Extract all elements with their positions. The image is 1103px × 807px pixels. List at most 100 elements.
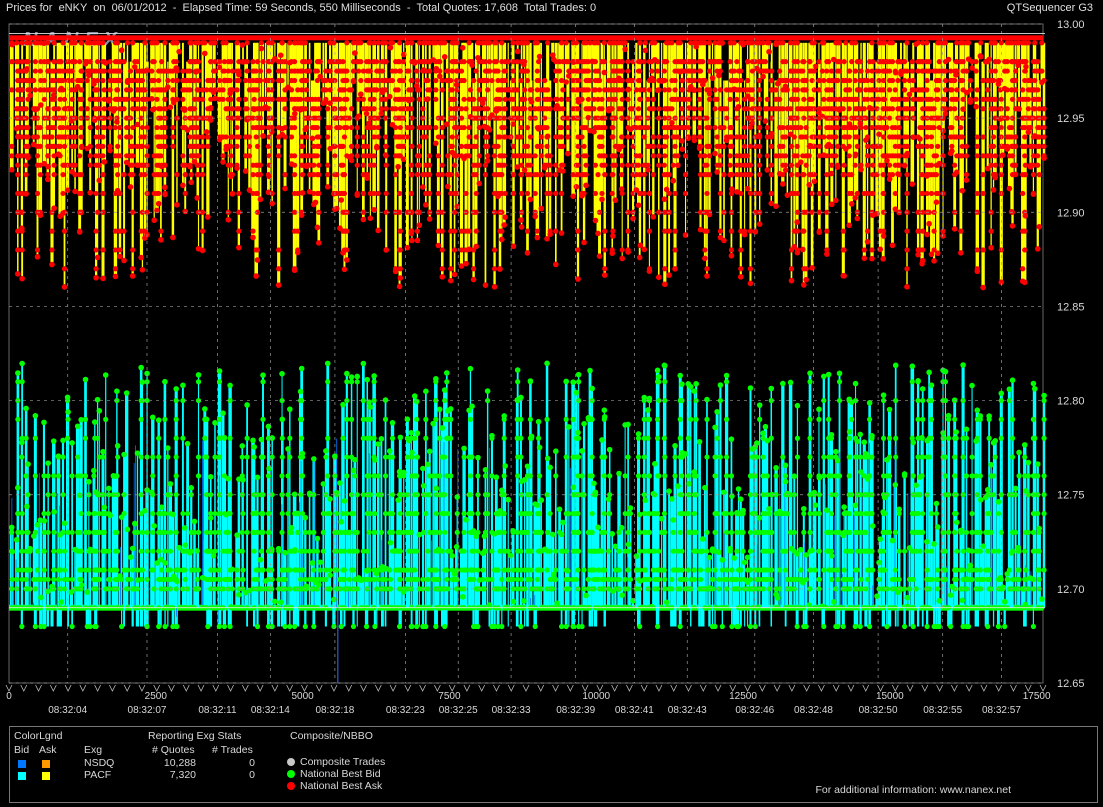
bid-quote-bar — [345, 373, 348, 608]
bid-quote-bar — [425, 391, 427, 627]
nbo-dot-mark — [625, 59, 631, 65]
nbo-dot-mark — [229, 191, 236, 197]
nbb-dot-mark — [637, 529, 643, 535]
nbo-dot-mark — [41, 96, 47, 102]
bid-quote-bar — [116, 445, 119, 608]
nbo-dot-mark — [360, 162, 366, 168]
nbo-dot-mark — [374, 59, 380, 65]
nbb-dot-mark — [364, 548, 370, 554]
nbo-dot-mark — [130, 124, 136, 131]
price-chart[interactable]: NANEX13.0012.9512.9012.8512.8012.7512.70… — [0, 16, 1103, 721]
nbo-dot-mark — [93, 247, 99, 253]
nbb-dot-mark — [538, 567, 544, 573]
nbo-dot-mark — [637, 153, 643, 159]
nbb-dot-mark — [260, 510, 266, 517]
nbb-dot-mark — [625, 454, 631, 460]
nbo-dot-mark — [229, 87, 236, 93]
chart-canvas[interactable]: NANEX13.0012.9512.9012.8512.8012.7512.70… — [0, 16, 1103, 721]
nbo-dot-mark — [79, 77, 85, 84]
nbo-dot-mark — [331, 40, 337, 46]
bid-quote-bar — [1042, 395, 1046, 608]
nbb-dot-mark — [250, 437, 256, 444]
nbo-dot-mark — [601, 272, 608, 278]
nbb-dot-mark — [299, 450, 306, 457]
nbb-dot-mark — [518, 416, 524, 422]
nbb-dot-mark — [309, 560, 316, 566]
nbo-dot-mark — [625, 134, 631, 140]
nbb-dot-mark — [529, 567, 535, 573]
nbo-dot-mark — [282, 185, 288, 192]
nbo-dot-mark — [229, 68, 236, 74]
nbo-dot-mark — [437, 68, 443, 74]
nbo-dot-mark — [314, 153, 321, 159]
nbo-dot-mark — [466, 96, 472, 102]
bid-quote-bar — [157, 420, 160, 627]
nbb-dot-mark — [389, 435, 396, 441]
nbo-dot-mark — [202, 50, 208, 57]
nbb-dot-mark — [576, 435, 582, 441]
nbb-dot-mark — [378, 529, 384, 535]
nbb-dot-mark — [573, 389, 580, 396]
nbb-dot-mark — [501, 435, 507, 441]
nbo-dot-mark — [482, 282, 489, 288]
nbo-dot-mark — [358, 77, 364, 84]
nbo-dot-mark — [560, 162, 566, 168]
nbo-dot-mark — [601, 69, 608, 76]
nbb-dot-mark — [327, 510, 333, 517]
nbo-dot-mark — [630, 215, 636, 222]
nbb-dot-mark — [489, 576, 495, 583]
nbo-dot-mark — [220, 159, 226, 165]
nbo-dot-mark — [316, 134, 322, 140]
nbb-dot-mark — [454, 529, 460, 535]
nbo-dot-mark — [199, 96, 206, 102]
nbb-dot-mark — [601, 407, 608, 413]
bid-quote-bar — [190, 487, 193, 608]
nbo-dot-mark — [485, 143, 491, 149]
nbb-dot-mark — [279, 473, 285, 479]
nbo-dot-mark — [292, 162, 298, 168]
nbo-dot-mark — [87, 162, 93, 168]
nbo-dot-mark — [414, 68, 420, 74]
nbo-dot-mark — [25, 134, 31, 140]
nbb-dot-mark — [299, 416, 305, 422]
nbo-dot-mark — [139, 124, 146, 131]
nbb-dot-mark — [423, 435, 429, 441]
nbb-dot-mark — [323, 576, 329, 583]
nbo-dot-mark — [486, 127, 493, 133]
nbo-dot-mark — [510, 143, 517, 149]
nbo-dot-mark — [107, 124, 113, 131]
ask-quote-bar — [224, 42, 228, 150]
nbo-dot-mark — [156, 190, 162, 197]
ask-quote-bar — [1029, 80, 1032, 167]
nbo-dot-mark — [325, 106, 331, 112]
nbo-dot-mark — [396, 40, 403, 46]
nbo-dot-mark — [499, 236, 505, 243]
nbo-dot-mark — [101, 124, 107, 131]
nbo-dot-mark — [302, 106, 308, 112]
nbo-dot-mark — [409, 237, 415, 244]
nbo-dot-mark — [612, 153, 618, 159]
ask-quote-bar — [256, 42, 259, 261]
nbo-dot-mark — [619, 59, 625, 65]
nbo-dot-mark — [469, 62, 475, 68]
ask-quote-bar — [425, 42, 427, 205]
nbo-dot-mark — [576, 77, 582, 84]
nbb-dot-mark — [589, 473, 595, 479]
nbb-dot-mark — [549, 531, 556, 538]
nbo-dot-mark — [246, 143, 253, 149]
ask-quote-bar — [390, 42, 395, 125]
nbb-dot-mark — [616, 576, 622, 583]
nbo-dot-mark — [77, 59, 83, 65]
nbb-dot-mark — [55, 453, 62, 459]
ask-quote-bar — [81, 42, 83, 148]
nbb-dot-mark — [244, 435, 250, 441]
nbb-dot-mark — [414, 576, 421, 583]
nbb-dot-mark — [195, 372, 202, 378]
nbo-dot-mark — [485, 106, 491, 112]
nbb-dot-mark — [317, 567, 323, 573]
ask-quote-bar — [63, 80, 66, 287]
bid-quote-bar — [373, 459, 376, 627]
nbo-dot-mark — [481, 96, 487, 102]
nbo-dot-mark — [383, 190, 389, 197]
nbb-dot-mark — [489, 432, 495, 439]
